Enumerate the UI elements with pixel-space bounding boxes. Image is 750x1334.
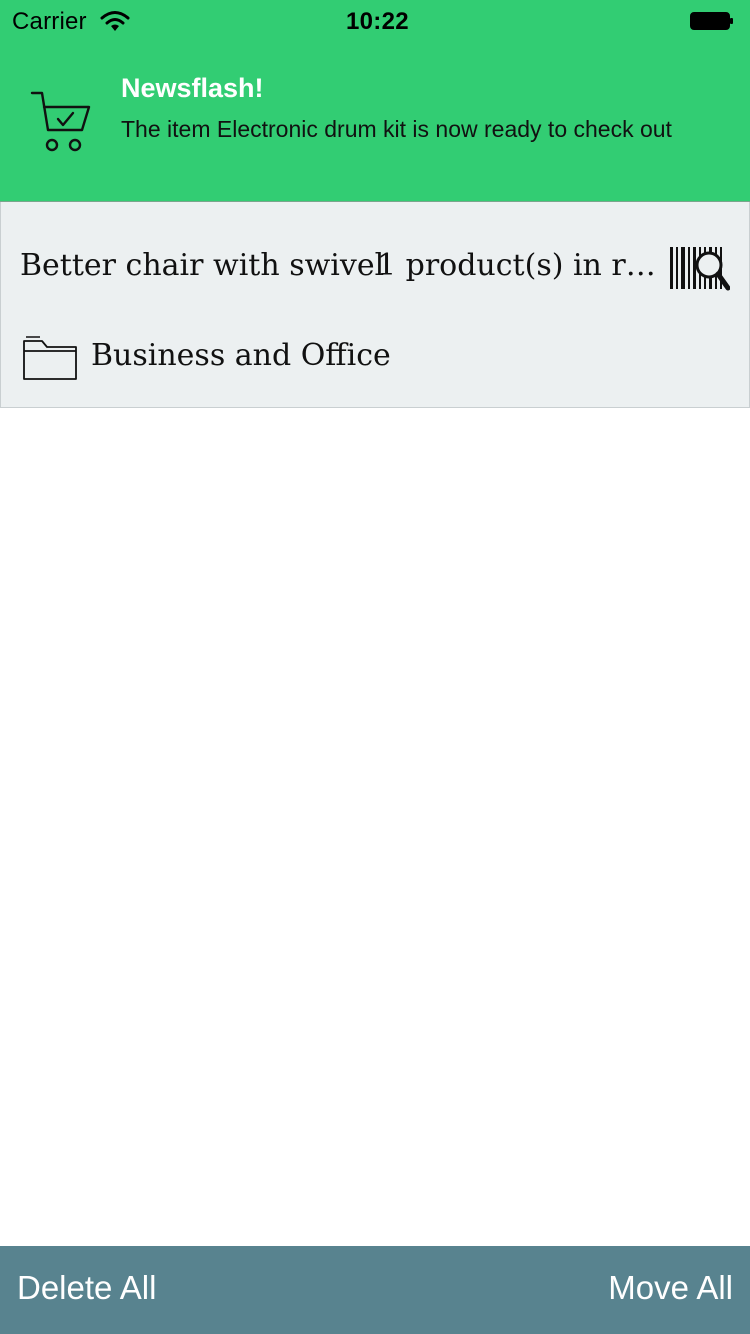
status-bar: Carrier 10:22	[0, 0, 750, 40]
notification-message: The item Electronic drum kit is now read…	[121, 116, 672, 142]
notification-title: Newsflash!	[121, 73, 264, 103]
status-time: 10:22	[346, 8, 409, 35]
notification-banner[interactable]: Carrier 10:22 Newsflash! The item Electr…	[0, 0, 750, 202]
battery-icon	[690, 12, 733, 30]
barcode-search-icon[interactable]	[670, 243, 730, 293]
product-status: 1 product(s) in review	[377, 248, 662, 283]
move-all-button[interactable]: Move All	[608, 1269, 733, 1307]
wifi-icon	[100, 11, 130, 31]
product-name: Better chair with swivel	[20, 248, 385, 283]
list-item[interactable]	[0, 202, 750, 408]
carrier-label: Carrier	[12, 8, 87, 35]
bottom-toolbar: Delete All Move All	[0, 1246, 750, 1334]
folder-icon	[23, 336, 77, 380]
shopping-cart-check-icon	[30, 91, 91, 152]
delete-all-button[interactable]: Delete All	[17, 1269, 156, 1307]
category-label: Business and Office	[91, 338, 391, 373]
